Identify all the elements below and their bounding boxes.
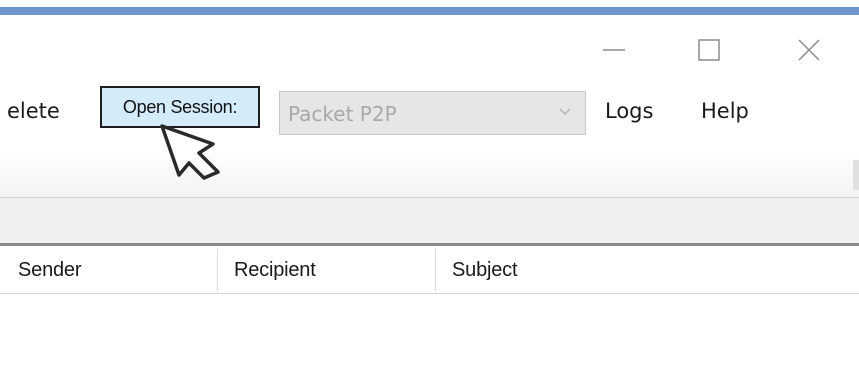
column-header-recipient[interactable]: Recipient	[234, 259, 316, 282]
session-select-value: Packet P2P	[288, 102, 397, 126]
toolbar-strip	[0, 152, 859, 198]
menu-item-delete[interactable]: elete	[7, 101, 60, 122]
close-button[interactable]	[780, 26, 838, 74]
session-select[interactable]: Packet P2P	[279, 91, 586, 135]
column-header-subject[interactable]: Subject	[452, 259, 518, 282]
window-edge	[853, 160, 859, 190]
close-icon	[798, 39, 820, 61]
column-divider[interactable]	[217, 249, 218, 291]
mouse-pointer-icon	[160, 124, 220, 180]
filter-bar	[0, 198, 859, 244]
maximize-button[interactable]	[680, 26, 738, 74]
menu-item-logs[interactable]: Logs	[605, 101, 653, 122]
column-header-sender[interactable]: Sender	[18, 259, 81, 282]
chevron-down-icon	[559, 108, 571, 116]
column-divider[interactable]	[435, 249, 436, 291]
message-list[interactable]	[0, 294, 859, 387]
minimize-icon	[603, 49, 625, 51]
menu-item-help[interactable]: Help	[701, 101, 749, 122]
message-list-header	[0, 246, 859, 294]
maximize-icon	[698, 39, 720, 61]
window-top-border	[0, 7, 859, 15]
open-session-label-text: Open Session:	[122, 96, 238, 117]
top-band	[0, 0, 859, 7]
minimize-button[interactable]	[585, 26, 643, 74]
